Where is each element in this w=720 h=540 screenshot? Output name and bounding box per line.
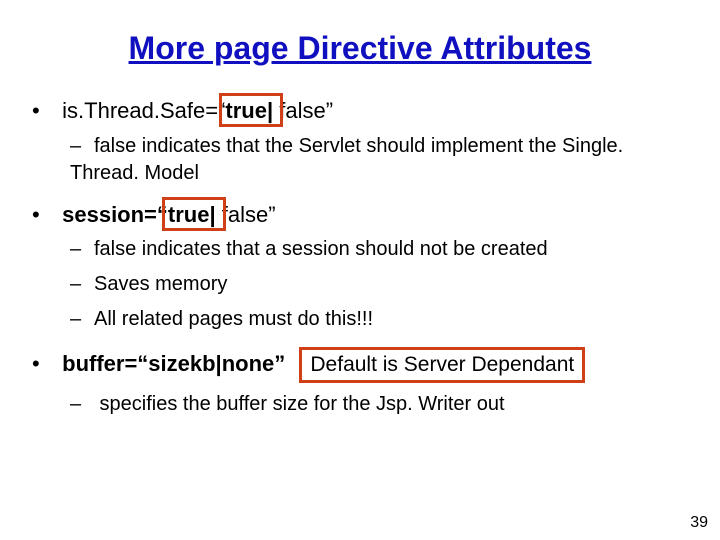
text: specifies the buffer size for the Jsp. W…	[94, 393, 505, 415]
text-true: true	[225, 98, 267, 123]
bullet-dash: –	[70, 236, 94, 263]
text: session=“	[62, 202, 168, 227]
bullet-dash: –	[70, 391, 94, 418]
page-number: 39	[690, 514, 708, 532]
subbullet-session-desc2: –Saves memory	[70, 271, 690, 298]
subbullet-session-desc1: –false indicates that a session should n…	[70, 236, 690, 263]
text: false”	[216, 202, 276, 227]
text: false indicates that the Servlet should …	[70, 135, 623, 184]
subbullet-buffer-desc: – specifies the buffer size for the Jsp.…	[70, 391, 690, 418]
text: All related pages must do this!!!	[94, 308, 373, 330]
slide-title: More page Directive Attributes	[30, 30, 690, 67]
text: Safe=“	[160, 98, 225, 123]
bullet-dash: –	[70, 306, 94, 333]
bullet-dash: –	[70, 133, 94, 160]
text: buffer=“sizekb|none”	[62, 351, 285, 376]
text: Thread	[84, 98, 154, 123]
text: false indicates that a session should no…	[94, 238, 548, 260]
callout-default: Default is Server Dependant	[299, 347, 585, 383]
bullet-isthreadsafe: • is.Thread.Safe=“true| false”	[32, 97, 690, 125]
subbullet-session-desc3: –All related pages must do this!!!	[70, 306, 690, 333]
text: Saves memory	[94, 273, 227, 295]
bullet-dot: •	[32, 201, 56, 229]
bullet-dash: –	[70, 271, 94, 298]
bullet-buffer: • buffer=“sizekb|none” Default is Server…	[32, 347, 690, 383]
subbullet-threadsafe-desc: –false indicates that the Servlet should…	[70, 133, 690, 187]
text: is	[62, 98, 78, 123]
bullet-dot: •	[32, 350, 56, 378]
text-true: true	[168, 202, 210, 227]
bullet-session: • session=“true| false”	[32, 201, 690, 229]
bullet-dot: •	[32, 97, 56, 125]
slide: More page Directive Attributes • is.Thre…	[0, 0, 720, 540]
text: false”	[273, 98, 333, 123]
